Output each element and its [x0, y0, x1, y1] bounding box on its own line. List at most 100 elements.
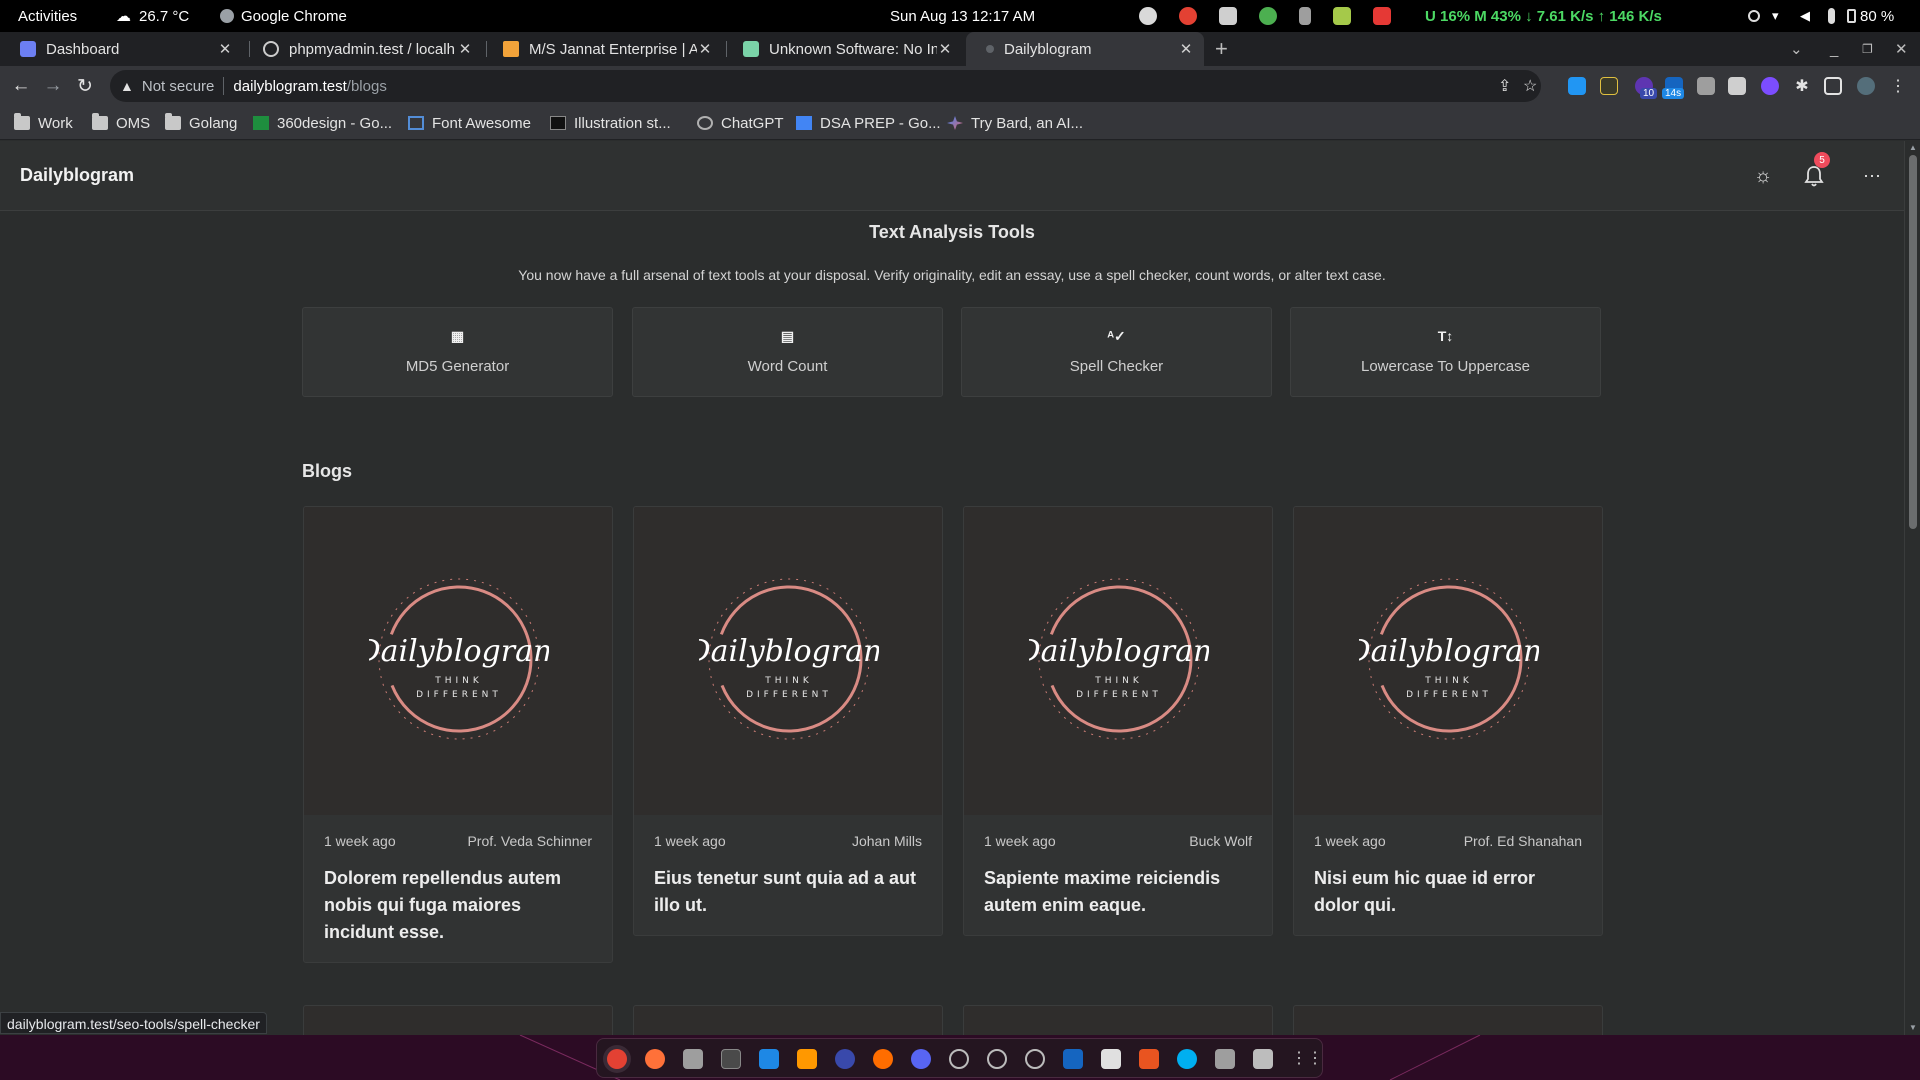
blog-card[interactable]: Dailyblogram THINK DIFFERENT 1 week ago …	[303, 506, 613, 963]
firefox-dock-icon[interactable]	[645, 1049, 665, 1069]
bookmark-folder-work[interactable]: Work	[14, 106, 73, 140]
system-monitor[interactable]: U 16% M 43% ↓ 7.61 K/s ↑ 146 K/s	[1425, 0, 1662, 32]
blog-title[interactable]: Nisi eum hic quae id error dolor qui.	[1294, 863, 1602, 935]
side-panel-icon[interactable]	[1824, 77, 1842, 95]
bookmark-star-icon[interactable]: ☆	[1523, 70, 1537, 102]
bookmark-chatgpt[interactable]: ChatGPT	[697, 106, 784, 140]
bookmark-illustration[interactable]: Illustration st...	[550, 106, 671, 140]
blog-thumbnail[interactable]: Dailyblogram THINK DIFFERENT	[634, 507, 942, 815]
blog-card[interactable]	[1293, 1005, 1603, 1035]
camera-icon[interactable]	[1697, 77, 1715, 95]
blog-card[interactable]: Dailyblogram THINK DIFFERENT 1 week ago …	[633, 506, 943, 936]
dbeaver-dock-icon[interactable]	[835, 1049, 855, 1069]
blog-card[interactable]: Dailyblogram THINK DIFFERENT 1 week ago …	[963, 506, 1273, 936]
scroll-down-icon[interactable]: ▼	[1909, 1023, 1917, 1032]
maximize-button[interactable]: ❐	[1862, 32, 1873, 66]
blog-title[interactable]: Dolorem repellendus autem nobis qui fuga…	[304, 863, 612, 962]
chrome-dock-icon[interactable]	[607, 1049, 627, 1069]
blog-card[interactable]	[303, 1005, 613, 1035]
files-dock-icon[interactable]	[683, 1049, 703, 1069]
extension-icon[interactable]	[1728, 77, 1746, 95]
brand-logo[interactable]: Dailyblogram	[20, 165, 134, 186]
postman-dock-icon[interactable]	[873, 1049, 893, 1069]
blog-title[interactable]: Eius tenetur sunt quia ad a aut illo ut.	[634, 863, 942, 935]
extension-icon[interactable]	[1568, 77, 1586, 95]
more-menu-icon[interactable]: ⋯	[1859, 163, 1885, 189]
scroll-up-icon[interactable]: ▲	[1909, 143, 1917, 152]
close-tab-icon[interactable]: ✕	[937, 40, 953, 58]
blog-title[interactable]: Sapiente maxime reiciendis autem enim ea…	[964, 863, 1272, 935]
tool-card-lowercase-to-uppercase[interactable]: T↕ Lowercase To Uppercase	[1290, 307, 1601, 397]
blog-author[interactable]: Buck Wolf	[1189, 833, 1252, 849]
blog-author[interactable]: Prof. Ed Shanahan	[1464, 833, 1582, 849]
share-icon[interactable]: ⇪	[1498, 70, 1511, 102]
close-window-button[interactable]: ✕	[1895, 32, 1908, 66]
system-menu[interactable]: ▾ ◀ 80 %	[1742, 0, 1894, 32]
new-tab-button[interactable]: +	[1215, 32, 1228, 66]
bookmark-360design[interactable]: 360design - Go...	[253, 106, 392, 140]
weather-indicator[interactable]: ☁ 26.7 °C	[116, 0, 189, 32]
warning-icon[interactable]: ▲	[120, 78, 134, 94]
close-tab-icon[interactable]: ✕	[217, 40, 233, 58]
blog-card[interactable]: Dailyblogram THINK DIFFERENT 1 week ago …	[1293, 506, 1603, 936]
clock[interactable]: Sun Aug 13 12:17 AM	[890, 0, 1035, 32]
vscode-dock-icon[interactable]	[759, 1049, 779, 1069]
tab-dailyblogram[interactable]: Dailyblogram ✕	[966, 32, 1204, 66]
editor-dock-icon[interactable]	[1063, 1049, 1083, 1069]
theme-toggle-sun-icon[interactable]: ☼	[1750, 163, 1776, 189]
tool-card-spell-checker[interactable]: ᴬ✓ Spell Checker	[961, 307, 1272, 397]
obs-dock-icon[interactable]	[1025, 1049, 1045, 1069]
scrollbar-thumb[interactable]	[1909, 155, 1917, 529]
blog-card[interactable]	[633, 1005, 943, 1035]
terminal-dock-icon[interactable]	[721, 1049, 741, 1069]
trash-dock-icon[interactable]	[1253, 1049, 1273, 1069]
tab-jannat[interactable]: M/S Jannat Enterprise | A ✕	[483, 32, 723, 66]
close-tab-icon[interactable]: ✕	[697, 40, 713, 58]
tab-search-icon[interactable]: ⌄	[1790, 32, 1803, 66]
security-label[interactable]: Not secure	[142, 78, 215, 95]
coffee-icon[interactable]	[1139, 7, 1157, 25]
discord-dock-icon[interactable]	[911, 1049, 931, 1069]
tab-phpmyadmin[interactable]: phpmyadmin.test / localh ✕	[243, 32, 483, 66]
tool-card-md5-generator[interactable]: ▦ MD5 Generator	[302, 307, 613, 397]
sublime-dock-icon[interactable]	[797, 1049, 817, 1069]
blog-thumbnail[interactable]: Dailyblogram THINK DIFFERENT	[1294, 507, 1602, 815]
back-arrow-icon[interactable]: ←	[6, 66, 36, 106]
puzzle-icon[interactable]: ✱	[1787, 66, 1817, 106]
extension-icon[interactable]	[1600, 77, 1618, 95]
close-tab-icon[interactable]: ✕	[457, 40, 473, 58]
vpn-dock-icon[interactable]	[987, 1049, 1007, 1069]
blog-thumbnail[interactable]: Dailyblogram THINK DIFFERENT	[964, 507, 1272, 815]
software-dock-icon[interactable]	[1139, 1049, 1159, 1069]
kebab-menu-icon[interactable]: ⋮	[1883, 66, 1913, 106]
bookmark-folder-golang[interactable]: Golang	[165, 106, 237, 140]
tab-dashboard[interactable]: Dashboard ✕	[0, 32, 243, 66]
forward-arrow-icon[interactable]: →	[38, 66, 68, 106]
anydesk-icon[interactable]	[1373, 7, 1391, 25]
bookmark-bard[interactable]: Try Bard, an AI...	[947, 106, 1083, 140]
address-bar[interactable]: ▲ Not secure dailyblogram.test/blogs ⇪ ☆	[110, 70, 1541, 102]
activities-button[interactable]: Activities	[18, 0, 77, 32]
bookmark-font-awesome[interactable]: Font Awesome	[408, 106, 531, 140]
bookmark-folder-oms[interactable]: OMS	[92, 106, 150, 140]
page-scrollbar[interactable]: ▲ ▼	[1904, 141, 1920, 1035]
app-grid-icon[interactable]: ⋮⋮	[1291, 1049, 1323, 1069]
blog-author[interactable]: Johan Mills	[852, 833, 922, 849]
reload-icon[interactable]: ↻	[70, 66, 100, 106]
blog-author[interactable]: Prof. Veda Schinner	[467, 833, 592, 849]
avatar[interactable]	[1857, 77, 1875, 95]
discord-icon[interactable]	[1219, 7, 1237, 25]
blog-thumbnail[interactable]: Dailyblogram THINK DIFFERENT	[304, 507, 612, 815]
close-tab-icon[interactable]: ✕	[1178, 40, 1194, 58]
bookmark-dsa-prep[interactable]: DSA PREP - Go...	[796, 106, 941, 140]
vpn-icon[interactable]	[1259, 7, 1277, 25]
drive-dock-icon[interactable]	[1215, 1049, 1235, 1069]
tool-card-word-count[interactable]: ▤ Word Count	[632, 307, 943, 397]
clip-icon[interactable]	[1299, 7, 1311, 25]
chatgpt-dock-icon[interactable]	[949, 1049, 969, 1069]
skype-dock-icon[interactable]	[1177, 1049, 1197, 1069]
extension-icon[interactable]	[1761, 77, 1779, 95]
blog-card[interactable]	[963, 1005, 1273, 1035]
chrome-tray-icon[interactable]	[1179, 7, 1197, 25]
notes-dock-icon[interactable]	[1101, 1049, 1121, 1069]
